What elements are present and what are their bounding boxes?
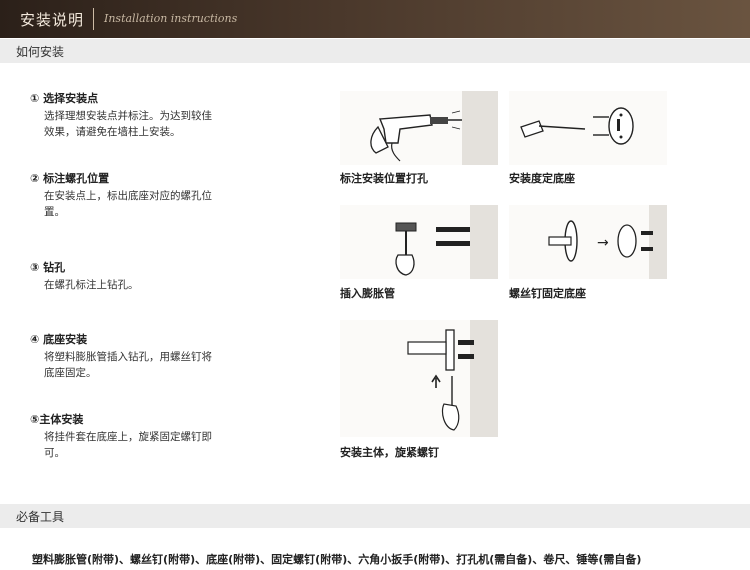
figure-caption-drill: 标注安装位置打孔 [340,172,428,185]
banner-title: 安装说明 [20,11,85,29]
figure-hammer [340,205,498,279]
section-header-tools: 必备工具 [0,504,750,528]
figure-drill [340,91,498,165]
section-header-how-to-install: 如何安装 [0,39,750,63]
step-5-body: 将挂件套在底座上，旋紧固定螺钉即可。 [44,431,212,459]
hammer-icon [395,205,498,279]
figure-caption-screwdriver: 安装度定底座 [509,172,575,185]
tools-list: 塑料膨胀管(附带)、螺丝钉(附带)、底座(附带)、固定螺钉(附带)、六角小扳手(… [32,553,642,566]
step-5-heading: ⑤主体安装 [30,413,84,426]
banner-subtitle: Installation instructions [104,12,238,25]
step-4-body: 将塑料膨胀管插入钻孔，用螺丝钉将底座固定。 [44,351,212,379]
figure-caption-base-mount: 螺丝钉固定底座 [509,287,586,300]
step-1-body: 选择理想安装点并标注。为达到较佳效果，请避免在墙柱上安装。 [44,110,212,138]
step-1-heading: ① 选择安装点 [30,92,99,105]
section-title-tools: 必备工具 [16,510,65,524]
figure-main-body [340,320,498,437]
section-title-how: 如何安装 [16,45,65,59]
step-5: ⑤主体安装 将挂件套在底座上，旋紧固定螺钉即可。 [30,411,230,461]
step-2: ② 标注螺孔位置 在安装点上，标出底座对应的螺孔位置。 [30,170,230,220]
figure-screwdriver [509,91,667,165]
step-3-body: 在螺孔标注上钻孔。 [44,279,139,291]
step-2-body: 在安装点上，标出底座对应的螺孔位置。 [44,190,212,218]
step-4: ④ 底座安装 将塑料膨胀管插入钻孔，用螺丝钉将底座固定。 [30,331,230,381]
towel-bar-icon [407,320,498,437]
figure-caption-hammer: 插入膨胀管 [340,287,395,300]
drill-icon [370,91,498,165]
step-3-heading: ③ 钻孔 [30,261,66,274]
step-1: ① 选择安装点 选择理想安装点并标注。为达到较佳效果，请避免在墙柱上安装。 [30,90,230,140]
step-3: ③ 钻孔 在螺孔标注上钻孔。 [30,259,230,293]
base-mount-icon: → [548,205,667,279]
step-2-heading: ② 标注螺孔位置 [30,172,110,185]
title-banner: 安装说明 Installation instructions [0,0,750,38]
banner-divider [93,8,94,30]
svg-text:→: → [597,235,609,251]
figure-caption-main-body: 安装主体，旋紧螺钉 [340,446,439,459]
figure-base-mount: → [509,205,667,279]
step-4-heading: ④ 底座安装 [30,333,88,346]
screwdriver-icon [520,107,634,145]
